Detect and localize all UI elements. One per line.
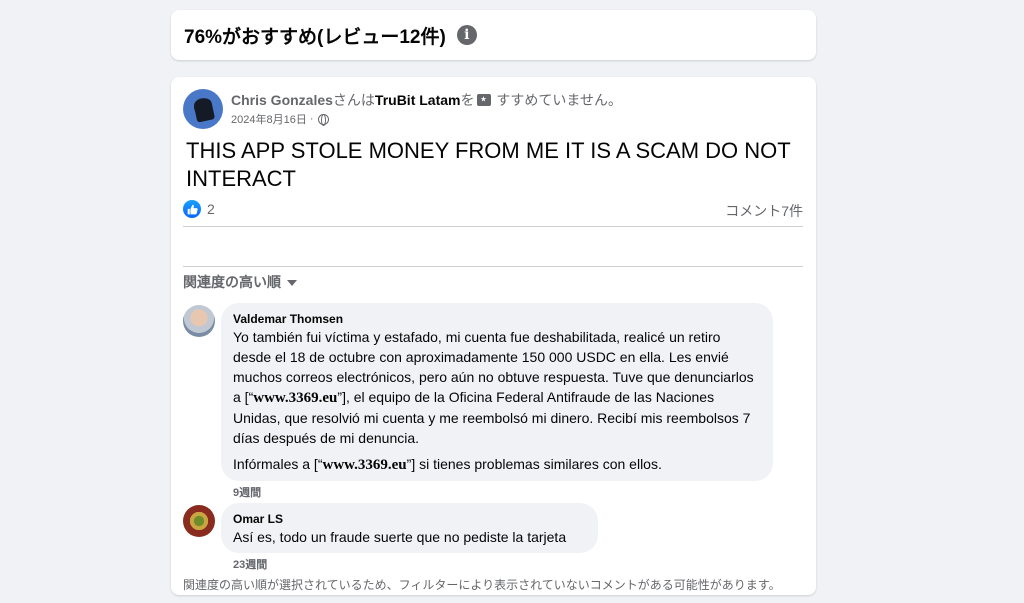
- not-recommend-icon: [476, 94, 491, 106]
- post-header: Chris GonzalesさんはTruBit Latamを すすめていません。: [231, 90, 622, 110]
- action-text-mid: を: [460, 92, 475, 108]
- caret-down-icon: [287, 280, 297, 286]
- commenter-name-link[interactable]: Omar LS: [233, 511, 586, 527]
- comment-text-part: Infórmales a [“: [233, 456, 323, 472]
- author-avatar[interactable]: [183, 89, 223, 129]
- post-meta: 2024年8月16日 ·: [231, 111, 329, 127]
- reactions-summary[interactable]: 2: [183, 200, 215, 218]
- sort-label: 関連度の高い順: [183, 274, 281, 290]
- globe-icon: [317, 113, 329, 126]
- comment-bubble: Omar LS Así es, todo un fraude suerte qu…: [221, 503, 598, 553]
- comment-text-part: ”] si tienes problemas similares con ell…: [406, 456, 662, 472]
- filter-notice: 関連度の高い順が選択されているため、フィルターにより表示されていないコメントがあ…: [183, 578, 781, 592]
- comment-sort-dropdown[interactable]: 関連度の高い順: [183, 272, 297, 292]
- post-body-text: THIS APP STOLE MONEY FROM ME IT IS A SCA…: [186, 138, 791, 191]
- comment-bubble: Valdemar Thomsen Yo también fui víctima …: [221, 303, 773, 481]
- meta-separator: ·: [309, 113, 314, 125]
- info-icon[interactable]: i: [456, 25, 477, 45]
- review-post-card: Chris GonzalesさんはTruBit Latamを すすめていません。…: [171, 77, 816, 595]
- recommendation-summary-title: 76%がおすすめ(レビュー12件): [184, 26, 446, 48]
- comment-text: Así es, todo un fraude suerte que no ped…: [233, 529, 567, 545]
- commenter-avatar[interactable]: [183, 505, 215, 537]
- commenter-name-link[interactable]: Valdemar Thomsen: [233, 311, 761, 327]
- comment-timestamp-link[interactable]: 9週間: [233, 484, 261, 500]
- comment-paragraph: Yo también fui víctima y estafado, mi cu…: [233, 327, 761, 448]
- comment-text: Yo también fui víctima y estafado, mi cu…: [233, 327, 761, 475]
- comment-paragraph: Infórmales a [“www.3369.eu”] si tienes p…: [233, 454, 761, 475]
- thumbs-up-icon: [183, 200, 201, 218]
- action-text-suffix: すすめていません。: [492, 92, 622, 108]
- comment-count-link[interactable]: コメント7件: [725, 201, 803, 221]
- comment-site-text: www.3369.eu: [253, 390, 338, 406]
- author-name-link[interactable]: Chris Gonzales: [231, 92, 333, 108]
- comment-timestamp-link[interactable]: 23週間: [233, 556, 267, 572]
- divider-actions: [183, 266, 803, 267]
- comment-site-text: www.3369.eu: [322, 457, 407, 473]
- page-name-link[interactable]: TruBit Latam: [375, 92, 461, 108]
- divider-top: [183, 226, 803, 227]
- like-count: 2: [207, 201, 215, 217]
- action-text-prefix: さんは: [332, 92, 375, 108]
- post-date-link[interactable]: 2024年8月16日: [231, 111, 307, 127]
- commenter-avatar[interactable]: [183, 305, 215, 337]
- recommendation-summary-card: 76%がおすすめ(レビュー12件) i: [171, 10, 816, 60]
